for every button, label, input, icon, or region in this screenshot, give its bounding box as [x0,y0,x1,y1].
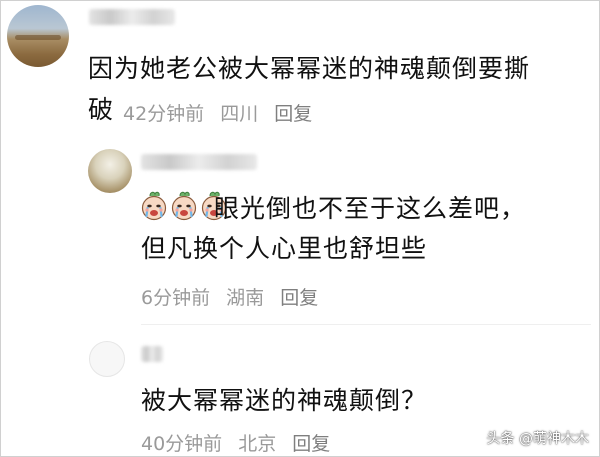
watermark: 头条 @萌神木木 [486,431,589,447]
username-blurred[interactable] [141,154,257,170]
username-blurred[interactable] [141,346,163,362]
timestamp: 6分钟前 [141,287,211,309]
reply-button[interactable]: 回复 [292,433,330,455]
location: 四川 [220,103,259,125]
crying-baby-face-icon [171,191,197,221]
location: 北京 [238,433,277,455]
reply-button[interactable]: 回复 [274,103,312,125]
comment-text: 但凡换个人心里也舒坦些 [141,234,428,263]
username-blurred[interactable] [89,9,175,25]
comment-meta: 42分钟前 四川 回复 [123,99,322,126]
comment-meta: 6分钟前 湖南 回复 [141,283,328,310]
comment-meta: 40分钟前 北京 回复 [141,429,340,456]
avatar[interactable] [88,149,132,193]
comment-text: 眼光倒也不至于这么差吧， [214,194,527,223]
timestamp: 40分钟前 [141,433,223,455]
crying-baby-face-icon [141,191,167,221]
divider [141,324,591,325]
comment-text: 被大幂幂迷的神魂颠倒？ [141,386,428,415]
comment-text: 因为她老公被大幂幂迷的神魂颠倒要撕 [88,54,531,83]
avatar[interactable] [7,5,69,67]
timestamp: 42分钟前 [123,103,205,125]
comment-text: 破 [88,95,115,124]
location: 湖南 [226,287,265,309]
comment-thread: 因为她老公被大幂幂迷的神魂颠倒要撕 破 42分钟前 四川 回复 眼光倒也不至于这… [0,0,600,457]
reply-button[interactable]: 回复 [280,287,318,309]
avatar[interactable] [89,341,125,377]
